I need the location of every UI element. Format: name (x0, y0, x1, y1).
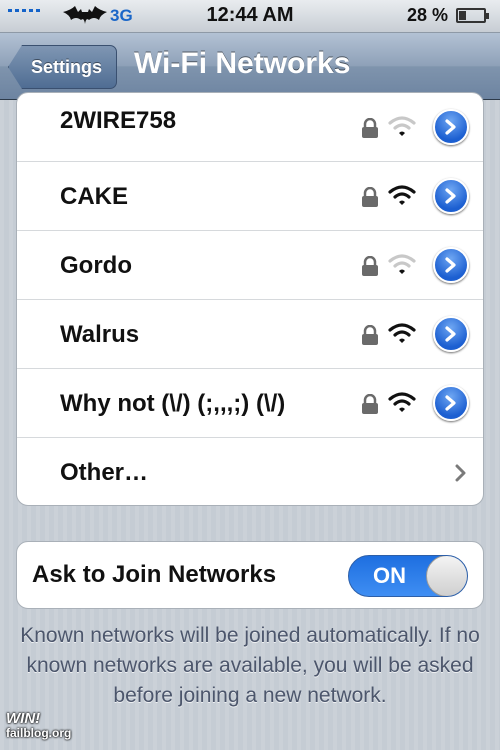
navigation-bar: Settings Wi-Fi Networks (0, 33, 500, 100)
network-name: CAKE (60, 183, 129, 210)
lock-icon (362, 256, 378, 276)
ask-to-join-label: Ask to Join Networks (32, 561, 277, 588)
network-row[interactable]: 2WIRE758 (17, 93, 483, 162)
watermark: WIN! failblog.org (6, 710, 76, 740)
other-network-label: Other… (60, 459, 149, 486)
footer-note: Known networks will be joined automatica… (20, 624, 480, 707)
wifi-weak-icon (388, 254, 416, 274)
battery-icon (456, 8, 489, 23)
page-title: Wi-Fi Networks (134, 47, 351, 80)
network-name: Gordo (60, 252, 132, 279)
network-row[interactable]: Gordo (17, 231, 483, 300)
chevron-right-icon (455, 464, 466, 482)
network-row[interactable]: Why not (\/) (;,,,;) (\/) (17, 369, 483, 438)
network-details-button[interactable] (433, 109, 469, 145)
lock-icon (362, 187, 378, 207)
network-details-button[interactable] (433, 178, 469, 214)
network-row[interactable]: Walrus (17, 300, 483, 369)
wifi-full-icon (388, 392, 416, 412)
ask-to-join-toggle[interactable]: ON (348, 555, 468, 597)
wifi-full-icon (388, 185, 416, 205)
battery-percent: 28 % (406, 5, 448, 25)
lock-icon (362, 325, 378, 345)
settings-back-button[interactable]: Settings (8, 45, 118, 89)
chevron-right-icon (445, 326, 456, 342)
chevron-right-icon (445, 119, 456, 135)
wifi-weak-icon (388, 116, 416, 136)
status-bar: 3G 12:44 AM 28 % (0, 0, 500, 33)
toggle-knob[interactable] (426, 556, 467, 596)
network-name: Walrus (60, 321, 140, 348)
chevron-right-icon (445, 395, 456, 411)
lock-icon (362, 118, 378, 138)
other-network-row[interactable]: Other… (17, 438, 483, 505)
watermark-win: WIN! (6, 710, 41, 727)
network-row[interactable]: CAKE (17, 162, 483, 231)
network-name: 2WIRE758 (60, 107, 177, 134)
network-details-button[interactable] (433, 247, 469, 283)
wifi-full-icon (388, 323, 416, 343)
network-details-button[interactable] (433, 385, 469, 421)
chevron-right-icon (445, 257, 456, 273)
chevron-right-icon (445, 188, 456, 204)
toggle-state-label: ON (373, 563, 406, 588)
lock-icon (362, 394, 378, 414)
ask-to-join-row: Ask to Join Networks ON (16, 541, 484, 609)
networks-list: 2WIRE758 CAKE Gordo Walrus Why not (\/) … (16, 92, 484, 506)
watermark-site: failblog.org (6, 726, 72, 740)
network-details-button[interactable] (433, 316, 469, 352)
network-name: Why not (\/) (;,,,;) (\/) (60, 390, 286, 417)
